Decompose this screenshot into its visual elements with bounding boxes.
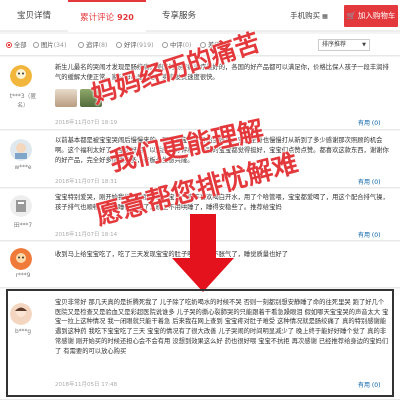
tab-bar: 宝贝详情 累计评论 920 专享服务 手机购买 ▦ 🛒 加入购物车	[0, 0, 400, 32]
filter-all[interactable]: 全部	[6, 40, 27, 49]
avatar	[10, 195, 32, 217]
tab-mobile-label: 手机购买	[290, 11, 321, 20]
add-to-cart-label: 加入购物车	[357, 11, 396, 20]
review-username: r***9	[15, 273, 31, 279]
highlight-frame	[6, 289, 394, 397]
filter-good-count: (919)	[136, 42, 154, 49]
cart-icon: 🛒	[346, 11, 356, 20]
useful-button[interactable]: 有用 (0)	[358, 230, 380, 239]
useful-button[interactable]: 有用 (0)	[358, 118, 380, 127]
useful-button[interactable]: 有用 (0)	[358, 177, 380, 186]
filter-good[interactable]: 好评(919)	[116, 40, 154, 49]
tab-reviews[interactable]: 累计评论 920	[68, 0, 146, 32]
tab-service[interactable]: 专享服务	[150, 0, 208, 32]
filter-followup-count: (8)	[98, 42, 108, 49]
filter-good-label: 好评	[124, 42, 137, 49]
tab-mobile-buy[interactable]: 手机购买 ▦	[278, 0, 340, 32]
review-date: 2018年11月07日 18:14	[55, 232, 118, 238]
review-date: 2018年11月07日 18:19	[55, 120, 118, 126]
review-username: w***e	[14, 165, 32, 171]
filter-all-label: 全部	[14, 42, 27, 49]
sort-select[interactable]: 排序推荐 ▼	[318, 39, 370, 51]
filter-followup[interactable]: 追评(8)	[78, 40, 108, 49]
radio-icon	[78, 42, 84, 48]
radio-icon	[162, 42, 168, 48]
tab-reviews-count: 920	[117, 13, 134, 22]
filter-photos[interactable]: 图片(34)	[33, 40, 67, 49]
avatar	[10, 139, 32, 161]
add-to-cart-button[interactable]: 🛒 加入购物车	[344, 5, 398, 27]
sort-select-value: 排序推荐	[322, 41, 347, 48]
filter-photos-label: 图片	[41, 42, 54, 49]
review-username: t***3（匿名）	[9, 94, 37, 109]
filter-photos-count: (34)	[53, 42, 67, 49]
avatar	[10, 248, 32, 270]
radio-icon	[33, 42, 39, 48]
arrow-down-icon	[172, 214, 234, 292]
qrcode-icon: ▦	[322, 13, 328, 20]
review-photo[interactable]	[55, 89, 77, 107]
tab-detail[interactable]: 宝贝详情	[2, 0, 66, 32]
chevron-down-icon: ▼	[362, 42, 366, 48]
filter-followup-label: 追评	[86, 42, 99, 49]
radio-selected-icon	[6, 42, 12, 48]
radio-icon	[116, 42, 122, 48]
review-date: 2018年11月07日 18:31	[55, 179, 118, 185]
avatar	[10, 65, 32, 87]
tab-reviews-label: 累计评论	[80, 13, 115, 23]
review-username: 田***7	[13, 223, 33, 229]
